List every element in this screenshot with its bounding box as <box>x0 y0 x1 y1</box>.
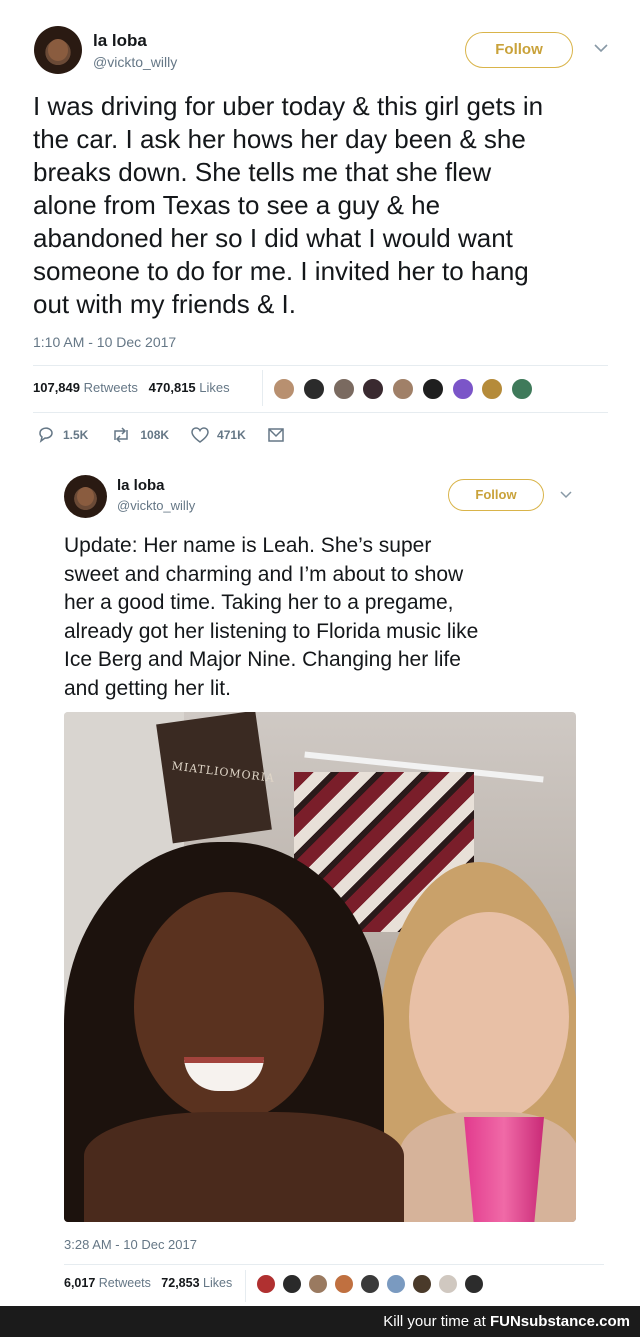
message-button[interactable] <box>267 428 292 442</box>
avatar[interactable] <box>64 475 107 518</box>
avatar[interactable] <box>303 378 325 400</box>
divider <box>64 1264 604 1265</box>
person-face <box>409 912 569 1122</box>
tweet-timestamp[interactable]: 3:28 AM - 10 Dec 2017 <box>64 1237 197 1252</box>
divider <box>245 1270 246 1302</box>
engagement-stats: 6,017 Retweets 72,853 Likes <box>64 1276 232 1290</box>
person-body <box>84 1112 404 1222</box>
like-button[interactable]: 471K <box>191 427 246 443</box>
avatar[interactable] <box>333 378 355 400</box>
divider <box>33 412 608 413</box>
avatar[interactable] <box>308 1274 328 1294</box>
like-short-count: 471K <box>217 428 246 442</box>
avatar[interactable] <box>511 378 533 400</box>
avatar[interactable] <box>334 1274 354 1294</box>
avatar[interactable] <box>412 1274 432 1294</box>
heart-icon <box>191 427 209 443</box>
tweet-photo[interactable] <box>64 712 576 1222</box>
avatar[interactable] <box>452 378 474 400</box>
avatar[interactable] <box>256 1274 276 1294</box>
reply-button[interactable]: 1.5K <box>37 427 88 443</box>
follow-button[interactable]: Follow <box>465 32 573 68</box>
avatar[interactable] <box>273 378 295 400</box>
retweet-short-count: 108K <box>140 428 170 442</box>
retweet-icon <box>114 427 129 443</box>
avatar[interactable] <box>34 26 82 74</box>
chevron-down-icon[interactable] <box>560 486 572 502</box>
avatar[interactable] <box>362 378 384 400</box>
display-name[interactable]: la loba <box>117 477 165 494</box>
retweet-count[interactable]: 6,017 Retweets <box>64 1276 151 1290</box>
tweet-original: la loba @vickto_willy Follow I was drivi… <box>0 0 640 460</box>
tweet-timestamp[interactable]: 1:10 AM - 10 Dec 2017 <box>33 334 176 350</box>
retweet-button[interactable]: 108K <box>110 427 169 443</box>
envelope-icon <box>267 428 284 442</box>
tweet-text: Update: Her name is Leah. She’s super sw… <box>64 534 479 700</box>
divider <box>33 365 608 366</box>
avatar[interactable] <box>438 1274 458 1294</box>
tweet-text: I was driving for uber today & this girl… <box>33 91 544 319</box>
display-name[interactable]: la loba <box>93 31 147 51</box>
divider <box>262 370 263 406</box>
avatar[interactable] <box>422 378 444 400</box>
retweet-count[interactable]: 107,849 Retweets <box>33 380 138 395</box>
wall-sign <box>156 712 272 844</box>
user-handle[interactable]: @vickto_willy <box>93 54 177 70</box>
watermark-bar: Kill your time at FUNsubstance.com <box>0 1306 640 1337</box>
engagement-stats: 107,849 Retweets 470,815 Likes <box>33 380 230 395</box>
reply-icon <box>39 427 53 443</box>
avatar[interactable] <box>282 1274 302 1294</box>
site-brand: FUNsubstance.com <box>489 1313 630 1330</box>
red-cup <box>464 1117 544 1222</box>
chevron-down-icon[interactable] <box>594 40 608 56</box>
avatar[interactable] <box>464 1274 484 1294</box>
like-count[interactable]: 470,815 Likes <box>149 380 230 395</box>
tweet-actions: 1.5K 108K 471K <box>37 427 314 443</box>
tweet-update: la loba @vickto_willy Follow Update: Her… <box>0 460 640 1305</box>
like-count[interactable]: 72,853 Likes <box>161 1276 232 1290</box>
user-handle[interactable]: @vickto_willy <box>117 498 195 513</box>
avatar[interactable] <box>360 1274 380 1294</box>
reply-count: 1.5K <box>63 428 89 442</box>
watermark-text: Kill your time at FUNsubstance.com <box>383 1313 630 1330</box>
avatar[interactable] <box>481 378 503 400</box>
avatar[interactable] <box>392 378 414 400</box>
avatar[interactable] <box>386 1274 406 1294</box>
follow-button[interactable]: Follow <box>448 479 544 511</box>
